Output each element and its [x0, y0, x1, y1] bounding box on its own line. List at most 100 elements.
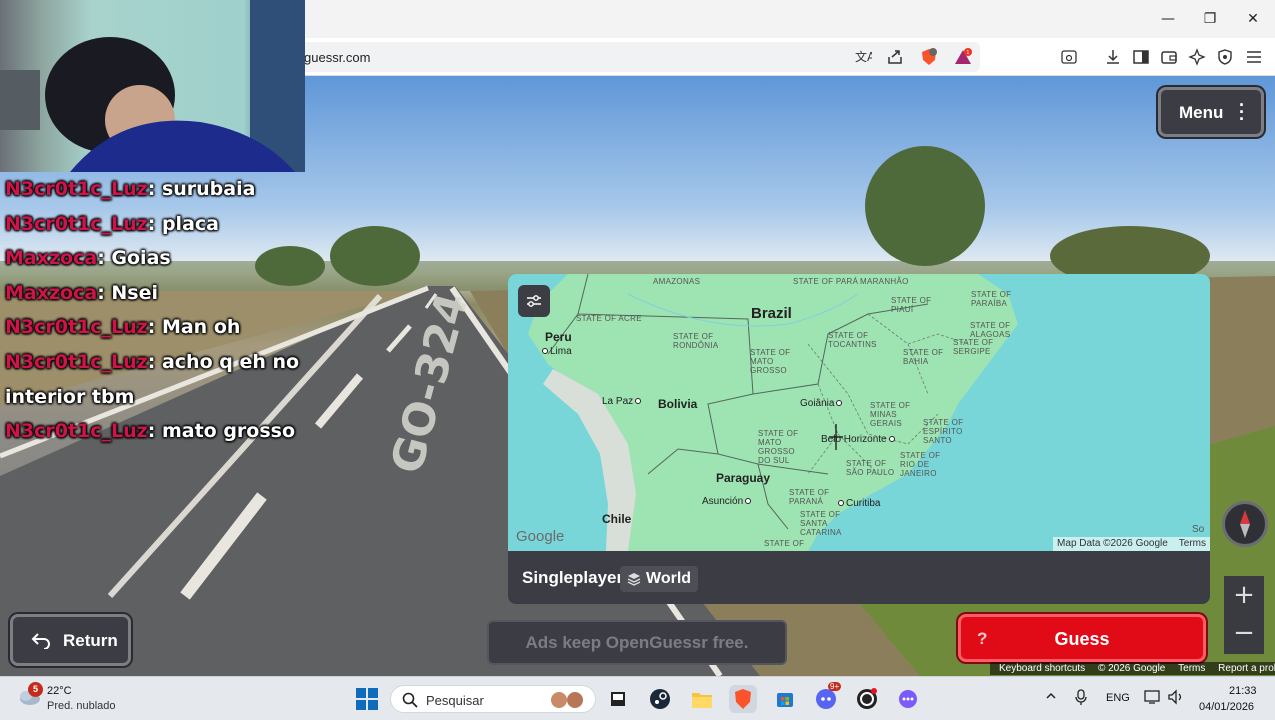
chat-username: N3cr0t1c_Luz	[5, 316, 148, 339]
map-country-label: Peru	[545, 330, 572, 344]
search-highlight-icon	[551, 692, 583, 708]
chevron-up-icon[interactable]	[1045, 690, 1057, 705]
reader-mode-icon[interactable]	[1058, 46, 1080, 68]
notification-badge: 5	[28, 682, 43, 697]
address-bar[interactable]: guessr.com 文A 1	[290, 42, 980, 72]
map-region-label: STATE OF RIO DE JANEIRO	[900, 451, 941, 478]
map-country-label: Chile	[602, 512, 632, 526]
network-icon[interactable]	[1144, 689, 1162, 708]
chat-text: mato grosso	[161, 420, 296, 443]
chat-message: N3cr0t1c_Luz: surubaia	[5, 178, 256, 200]
brave-rewards-icon[interactable]: 1	[952, 46, 974, 68]
chat-message: N3cr0t1c_Luz: mato grosso	[5, 420, 296, 443]
map-region-label: STATE OF RONDÔNIA	[673, 332, 719, 350]
ads-notice: Ads keep OpenGuessr free.	[487, 620, 787, 665]
guess-button[interactable]: ? Guess	[958, 614, 1206, 662]
map-region-label: STATE OF TOCANTINS	[828, 331, 877, 349]
compass-button[interactable]	[1222, 501, 1268, 547]
chat-message: Maxzoca: Nsei	[5, 281, 159, 304]
file-explorer-app-icon[interactable]	[688, 685, 716, 713]
guess-map-panel: AMAZONAS STATE OF PARÁ MARANHÃO STATE OF…	[508, 274, 1210, 604]
vpn-shield-icon[interactable]	[1214, 46, 1236, 68]
map-name-chip: World	[620, 566, 699, 592]
compass-icon	[1240, 510, 1250, 538]
copyright-text: © 2026 Google	[1097, 663, 1166, 674]
windows-start-icon[interactable]	[356, 688, 378, 710]
weather-description: Pred. nublado	[47, 700, 116, 712]
guess-map[interactable]: AMAZONAS STATE OF PARÁ MARANHÃO STATE OF…	[508, 274, 1210, 551]
zoom-out-button[interactable]: −	[1224, 614, 1264, 654]
map-data-credit: Map Data ©2026 Google	[1057, 538, 1168, 549]
map-region-label: STATE OF PARÁ	[793, 277, 859, 286]
translate-icon[interactable]: 文A	[852, 46, 874, 68]
map-region-label: STATE OF	[764, 539, 805, 548]
webcam-overlay	[0, 0, 305, 172]
brave-shields-icon[interactable]	[918, 46, 940, 68]
layers-icon	[627, 573, 641, 586]
hamburger-menu-icon[interactable]	[1243, 46, 1265, 68]
map-country-label: Brazil	[751, 305, 792, 322]
map-region-label: STATE OF MINAS GERAIS	[870, 401, 911, 428]
map-region-label: STATE OF PARANÁ	[789, 488, 830, 506]
obs-app-icon[interactable]	[853, 685, 881, 713]
tree	[865, 146, 985, 266]
return-label: Return	[63, 631, 118, 650]
menu-button[interactable]: Menu · · ·	[1158, 87, 1264, 137]
map-edge-label: So	[1192, 524, 1205, 535]
leo-ai-icon[interactable]	[1186, 46, 1208, 68]
map-region-label: AMAZONAS	[653, 277, 701, 286]
report-problem-link[interactable]: Report a problem	[1218, 663, 1275, 674]
microphone-icon[interactable]	[1074, 689, 1088, 708]
map-region-label: STATE OF ACRE	[576, 314, 642, 323]
terms-link[interactable]: Terms	[1178, 663, 1205, 674]
discord-app-icon[interactable]: 9+	[812, 682, 842, 713]
volume-icon[interactable]	[1167, 689, 1185, 708]
return-button[interactable]: Return	[10, 614, 131, 666]
taskbar-search[interactable]: Pesquisar	[390, 685, 596, 713]
chat-message: Maxzoca: Goias	[5, 247, 171, 270]
map-country-label: Paraguay	[716, 471, 771, 485]
more-vertical-icon: · · ·	[1239, 95, 1245, 129]
minimize-button[interactable]: —	[1156, 8, 1180, 30]
map-settings-button[interactable]	[518, 285, 550, 317]
chat-app-icon[interactable]	[894, 685, 922, 713]
chat-username: Maxzoca	[5, 281, 98, 304]
microsoft-store-app-icon[interactable]	[771, 685, 799, 713]
chat-text: Goias	[111, 247, 171, 270]
sliders-icon	[527, 295, 541, 307]
weather-temperature: 22°C	[47, 685, 72, 697]
sidebar-icon[interactable]	[1130, 46, 1152, 68]
chat-text: placa	[161, 212, 219, 235]
map-city-label: La Paz	[602, 396, 643, 407]
restore-button[interactable]: ❐	[1198, 8, 1222, 30]
close-button[interactable]: ✕	[1241, 8, 1265, 30]
download-icon[interactable]	[1102, 46, 1124, 68]
zoom-in-button[interactable]: +	[1224, 576, 1264, 616]
map-region-label: STATE OF BAHIA	[903, 348, 944, 366]
search-icon	[402, 692, 418, 708]
windows-taskbar: 5 22°C Pred. nublado Pesquisar 9+ ENG 21…	[0, 676, 1275, 720]
map-region-label: MARANHÃO	[860, 277, 909, 286]
map-region-label: STATE OF MATO GROSSO	[750, 348, 791, 375]
map-region-label: STATE OF MATO GROSSO DO SUL	[758, 429, 799, 465]
map-attribution: Map Data ©2026 Google Terms	[1053, 537, 1210, 551]
search-placeholder: Pesquisar	[426, 693, 484, 708]
wallet-icon[interactable]	[1158, 46, 1180, 68]
map-region-label: STATE OF SANTA CATARINA	[800, 510, 842, 537]
taskview-app-icon[interactable]	[604, 685, 632, 713]
steam-app-icon[interactable]	[646, 685, 674, 713]
chat-username: N3cr0t1c_Luz	[5, 350, 148, 373]
url-text: guessr.com	[304, 50, 371, 65]
language-indicator[interactable]: ENG	[1106, 692, 1130, 704]
map-region-label: STATE OF SERGIPE	[953, 338, 994, 356]
brave-browser-app-icon[interactable]	[729, 685, 757, 713]
map-terms-link[interactable]: Terms	[1179, 538, 1206, 549]
keyboard-shortcuts-link[interactable]: Keyboard shortcuts	[999, 663, 1085, 674]
share-icon[interactable]	[884, 46, 906, 68]
tree	[330, 226, 420, 286]
map-region-label: STATE OF ESPÍRITO SANTO	[923, 418, 964, 445]
map-region-label: STATE OF PARAÍBA	[971, 290, 1012, 308]
chat-username: N3cr0t1c_Luz	[5, 178, 148, 200]
map-region-label: STATE OF PIAUÍ	[891, 296, 932, 314]
chat-username: Maxzoca	[5, 247, 98, 270]
